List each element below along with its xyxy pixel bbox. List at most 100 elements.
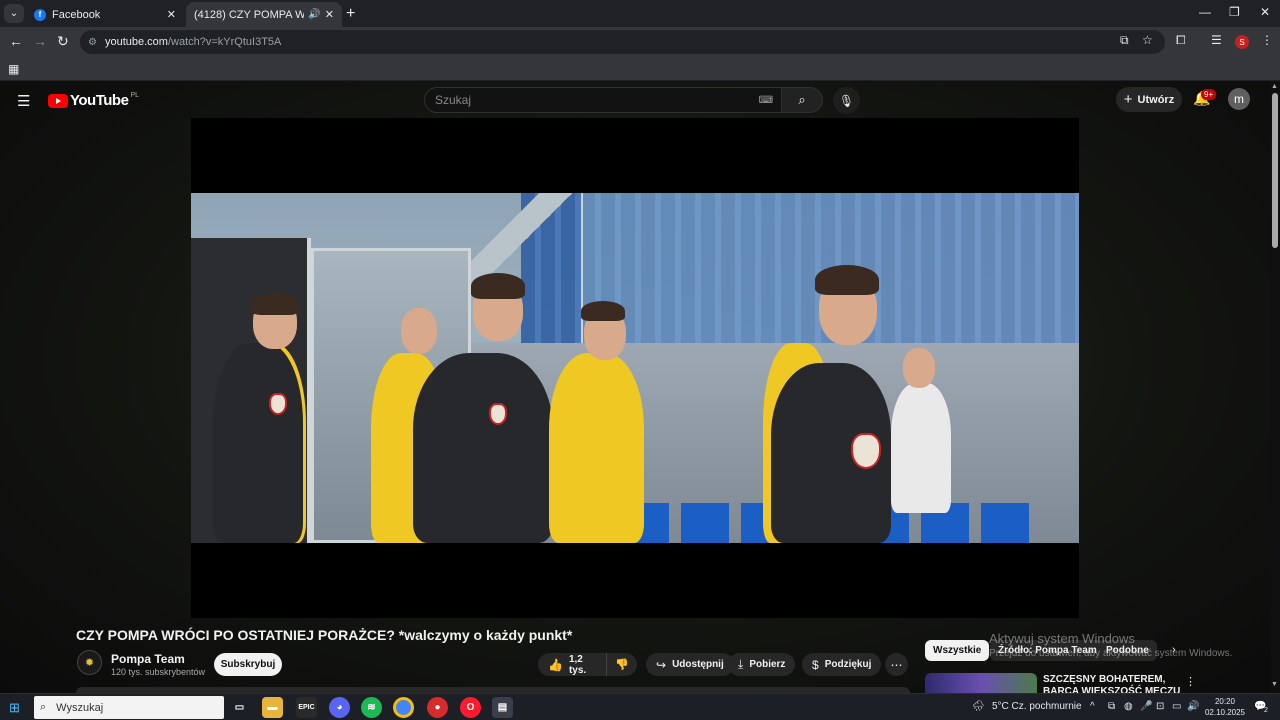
windows-activation-subtitle: Przejdź do ustawień, aby aktywować syste… — [989, 648, 1233, 659]
player-figure — [549, 353, 644, 543]
site-info-icon[interactable]: ⚙ — [88, 37, 97, 48]
keyboard-icon[interactable]: ⌨ — [759, 95, 773, 106]
voice-search-button[interactable]: 🎙 — [833, 87, 860, 114]
apps-grid-icon[interactable]: ▦ — [8, 62, 19, 76]
like-count: 1,2 tys. — [568, 653, 587, 676]
download-button[interactable]: ⤓ Pobierz — [728, 653, 796, 676]
scroll-down-arrow-icon[interactable]: ▼ — [1271, 681, 1278, 688]
close-icon[interactable]: ✕ — [325, 8, 334, 21]
bookmark-star-icon[interactable]: ☆ — [1142, 33, 1153, 47]
discord-icon[interactable]: ◕ — [329, 697, 350, 718]
more-actions-icon[interactable]: ⋯ — [885, 653, 908, 676]
hamburger-menu-icon[interactable]: ☰ — [17, 92, 30, 110]
like-button[interactable]: 👍 1,2 tys. — [538, 653, 608, 676]
youtube-logo-text: YouTube — [70, 92, 129, 109]
video-title: CZY POMPA WRÓCI PO OSTATNIEJ PORAŻCE? *w… — [76, 627, 573, 643]
extensions-icon[interactable]: ⧠ — [1176, 33, 1186, 48]
speaker-icon[interactable]: 🔊 — [308, 9, 320, 20]
channel-name[interactable]: Pompa Team — [111, 652, 185, 666]
task-view-icon[interactable]: ▭ — [229, 697, 250, 718]
player-figure — [413, 353, 553, 543]
thanks-button[interactable]: $ Podziękuj — [802, 653, 882, 676]
close-icon[interactable]: ✕ — [167, 8, 176, 21]
player-hair — [581, 301, 625, 321]
dislike-button[interactable]: 👎 — [607, 658, 637, 671]
recommendation-title[interactable]: SZCZĘSNY BOHATEREM, BARCA WIĘKSZOŚĆ MECZ… — [1043, 674, 1183, 693]
player-hair — [471, 273, 525, 299]
tray-display-icon[interactable]: ▭ — [1172, 701, 1181, 712]
tab-youtube[interactable]: (4128) CZY POMPA WRÓC 🔊 ✕ — [186, 2, 342, 92]
reading-list-icon[interactable]: ☰ — [1211, 33, 1222, 47]
player-figure — [213, 343, 303, 543]
share-button[interactable]: ↪ Udostępnij — [646, 653, 734, 676]
browser-menu-icon[interactable]: ⋮ — [1261, 33, 1273, 47]
address-bar[interactable]: ⚙ youtube.com /watch?v=kYrQtuI3T5A — [80, 30, 1165, 54]
restore-icon[interactable]: ❐ — [1229, 5, 1240, 19]
taskbar-search-input[interactable]: ⌕ Wyszukaj — [34, 696, 224, 719]
more-vertical-icon[interactable]: ⋮ — [1185, 675, 1196, 688]
youtube-page: ☰ YouTube PL Szukaj ⌨ ⌕ 🎙 + Utwórz 🔔 9+ … — [0, 81, 1280, 693]
window-close-icon[interactable]: ✕ — [1260, 5, 1270, 19]
windows-taskbar: ⊞ ⌕ Wyszukaj ▭ ▬ EPIC ◕ ≋ ● O ▤ 🌧 5°C Cz… — [0, 693, 1280, 720]
url-host: youtube.com — [104, 36, 168, 48]
search-button[interactable]: ⌕ — [782, 87, 823, 113]
club-crest — [851, 433, 881, 469]
tray-chevron-up-icon[interactable]: ^ — [1090, 701, 1095, 712]
thumbs-down-icon: 👎 — [615, 659, 629, 671]
tab-title: Facebook — [52, 8, 101, 21]
epic-games-icon[interactable]: EPIC — [296, 697, 317, 718]
scrollbar-thumb[interactable] — [1272, 93, 1278, 248]
tray-app-icon[interactable]: ⧉ — [1108, 701, 1115, 712]
microphone-icon: 🎙 — [838, 93, 855, 108]
facebook-icon: f — [34, 8, 46, 21]
opera-icon[interactable]: O — [460, 697, 481, 718]
browser-tab-strip: ⌄ f Facebook ✕ (4128) CZY POMPA WRÓC 🔊 ✕… — [0, 0, 1280, 92]
scroll-up-arrow-icon[interactable]: ▲ — [1271, 83, 1278, 90]
back-arrow-icon[interactable]: ← — [9, 33, 23, 49]
download-icon: ⤓ — [738, 657, 744, 671]
new-tab-plus-icon[interactable]: + — [346, 5, 355, 23]
minimize-icon[interactable]: — — [1199, 5, 1211, 19]
thanks-label: Podziękuj — [824, 659, 872, 670]
account-avatar[interactable]: m — [1228, 88, 1250, 110]
youtube-logo[interactable]: YouTube PL — [48, 92, 139, 109]
thanks-dollar-icon: $ — [812, 657, 819, 672]
player-head — [401, 308, 437, 354]
chrome-icon[interactable] — [393, 697, 414, 718]
app-red-icon[interactable]: ● — [427, 697, 448, 718]
weather-icon[interactable]: 🌧 — [972, 701, 985, 712]
forward-arrow-icon[interactable]: → — [33, 33, 47, 49]
search-icon: ⌕ — [798, 92, 806, 107]
subscribe-button[interactable]: Subskrybuj — [214, 653, 282, 676]
create-button[interactable]: + Utwórz — [1116, 87, 1182, 112]
tab-facebook[interactable]: f Facebook ✕ — [26, 2, 184, 27]
youtube-header: ☰ YouTube PL Szukaj ⌨ ⌕ 🎙 + Utwórz 🔔 9+ … — [0, 81, 1270, 118]
chip-all[interactable]: Wszystkie — [925, 640, 990, 661]
volume-icon[interactable]: 🔊 — [1187, 701, 1199, 712]
app-window-icon[interactable]: ▤ — [492, 697, 513, 718]
install-app-icon[interactable]: ⧉ — [1120, 33, 1129, 48]
tray-mic-icon[interactable]: 🎤 — [1140, 701, 1152, 712]
thumbs-up-icon: 👍 — [548, 657, 563, 672]
search-icon: ⌕ — [40, 701, 47, 713]
tab-title: (4128) CZY POMPA WRÓC — [194, 8, 305, 21]
file-explorer-icon[interactable]: ▬ — [262, 697, 283, 718]
tray-shield-icon[interactable]: ◍ — [1124, 701, 1133, 712]
taskbar-clock[interactable]: 20:20 02.10.2025 — [1203, 696, 1247, 718]
channel-avatar[interactable]: ✹ — [77, 650, 102, 675]
spotify-icon[interactable]: ≋ — [361, 697, 382, 718]
recommendation-thumbnail[interactable] — [925, 673, 1037, 693]
tray-network-icon[interactable]: ⊡ — [1156, 701, 1164, 712]
weather-text[interactable]: 5°C Cz. pochmurnie — [992, 701, 1082, 712]
profile-avatar[interactable]: S — [1235, 35, 1249, 49]
tab-search-chevron-icon[interactable]: ⌄ — [4, 4, 24, 23]
windows-start-icon[interactable]: ⊞ — [9, 700, 20, 716]
url-path: /watch?v=kYrQtuI3T5A — [167, 36, 282, 48]
reload-icon[interactable]: ↻ — [57, 33, 69, 50]
video-player[interactable] — [191, 118, 1079, 618]
video-frame — [191, 193, 1079, 543]
staff-head — [903, 348, 935, 388]
search-placeholder: Szukaj — [435, 93, 472, 107]
club-crest — [489, 403, 507, 425]
search-input[interactable]: Szukaj ⌨ — [424, 87, 782, 113]
